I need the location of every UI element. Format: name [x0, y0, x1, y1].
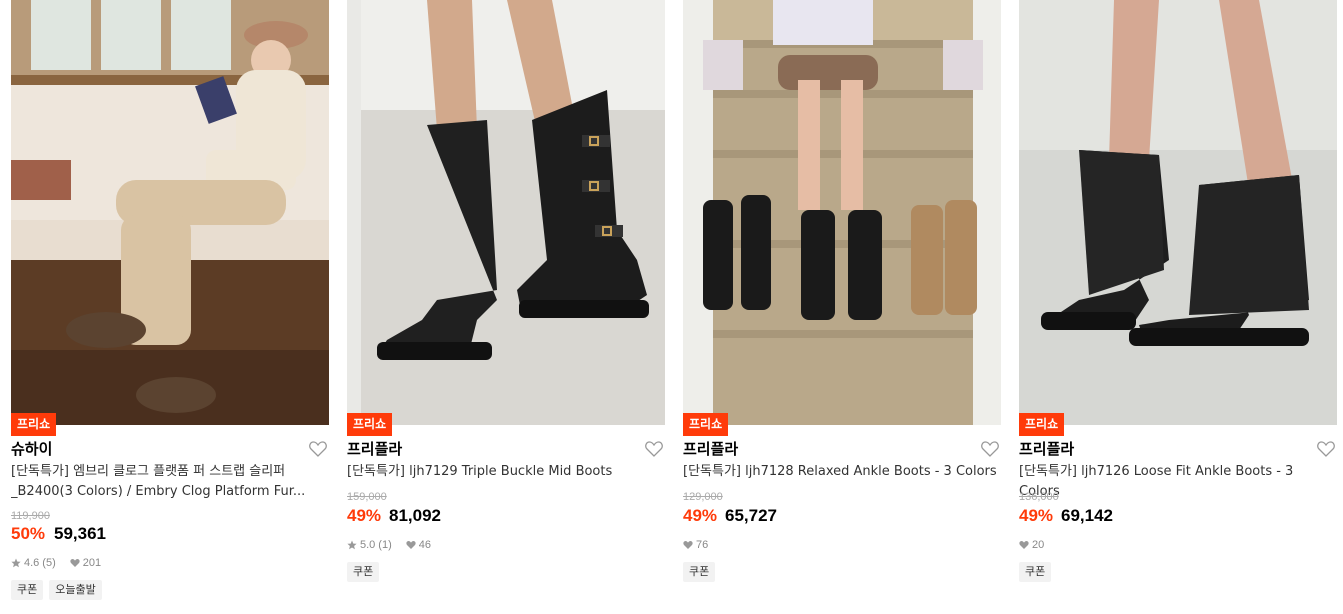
like-count: 46 — [418, 539, 431, 551]
product-name[interactable]: [단독특가] ljh7129 Triple Buckle Mid Boots — [347, 462, 665, 482]
same-day-shipping-tag: 오늘출발 — [49, 580, 102, 600]
product-image[interactable] — [11, 0, 329, 425]
product-card[interactable]: 프리쇼 슈하이 [단독특가] 엠브리 클로그 플랫폼 퍼 스트랩 슬리퍼_B24… — [11, 0, 329, 614]
sale-price: 69,142 — [1061, 506, 1113, 525]
sale-price: 59,361 — [54, 524, 106, 543]
rating-value: 5.0 — [360, 539, 376, 551]
product-grid: 프리쇼 슈하이 [단독특가] 엠브리 클로그 플랫폼 퍼 스트랩 슬리퍼_B24… — [11, 0, 1343, 614]
heart-icon[interactable] — [1317, 441, 1335, 457]
brand-name[interactable]: 슈하이 — [11, 439, 52, 459]
like-count: 201 — [82, 557, 102, 569]
coupon-tag: 쿠폰 — [347, 562, 380, 582]
promo-badge: 프리쇼 — [683, 413, 729, 436]
discount-rate: 49% — [683, 506, 718, 525]
heart-small-icon — [70, 558, 80, 568]
heart-small-icon — [683, 540, 693, 550]
tag-list: 쿠폰 — [1019, 562, 1052, 582]
original-price: 129,000 — [683, 491, 723, 503]
like-count: 76 — [696, 539, 709, 551]
discount-rate: 49% — [347, 506, 382, 525]
heart-icon[interactable] — [645, 441, 663, 457]
product-meta: 76 — [683, 538, 708, 552]
product-card[interactable]: 프리쇼 프리플라 [단독특가] ljh7126 Loose Fit Ankle … — [1019, 0, 1337, 614]
promo-badge: 프리쇼 — [1019, 413, 1065, 436]
sale-price: 65,727 — [725, 506, 777, 525]
coupon-tag: 쿠폰 — [11, 580, 44, 600]
coupon-tag: 쿠폰 — [1019, 562, 1052, 582]
product-meta: 5.0 (1) 46 — [347, 538, 431, 552]
rating-value: 4.6 — [24, 557, 40, 569]
promo-badge: 프리쇼 — [347, 413, 393, 436]
star-icon — [347, 540, 357, 550]
tag-list: 쿠폰 — [683, 562, 716, 582]
photo-woman-reading — [11, 0, 329, 425]
star-icon — [11, 558, 21, 568]
heart-small-icon — [1019, 540, 1029, 550]
tag-list: 쿠폰 오늘출발 — [11, 580, 102, 600]
product-name[interactable]: [단독특가] ljh7126 Loose Fit Ankle Boots - 3… — [1019, 462, 1337, 502]
original-price: 119,900 — [11, 510, 50, 522]
coupon-tag: 쿠폰 — [683, 562, 716, 582]
original-price: 159,000 — [347, 491, 387, 503]
brand-name[interactable]: 프리플라 — [347, 439, 402, 459]
like-count: 20 — [1032, 539, 1045, 551]
brand-name[interactable]: 프리플라 — [683, 439, 738, 459]
product-card[interactable]: 프리쇼 프리플라 [단독특가] ljh7129 Triple Buckle Mi… — [347, 0, 665, 614]
product-image[interactable] — [1019, 0, 1337, 425]
photo-buckle-boots — [347, 0, 665, 425]
promo-badge: 프리쇼 — [11, 413, 57, 436]
photo-boots-on-stairs — [683, 0, 1001, 425]
product-meta: 4.6 (5) 201 — [11, 556, 101, 570]
discount-rate: 49% — [1019, 506, 1054, 525]
sale-price: 81,092 — [389, 506, 441, 525]
product-image[interactable] — [683, 0, 1001, 425]
product-meta: 20 — [1019, 538, 1044, 552]
review-count: (1) — [378, 539, 392, 551]
heart-small-icon — [406, 540, 416, 550]
product-name[interactable]: [단독특가] ljh7128 Relaxed Ankle Boots - 3 C… — [683, 462, 1001, 482]
photo-loose-boots — [1019, 0, 1337, 425]
product-card[interactable]: 프리쇼 프리플라 [단독특가] ljh7128 Relaxed Ankle Bo… — [683, 0, 1001, 614]
tag-list: 쿠폰 — [347, 562, 380, 582]
discount-rate: 50% — [11, 524, 46, 543]
product-name[interactable]: [단독특가] 엠브리 클로그 플랫폼 퍼 스트랩 슬리퍼_B2400(3 Col… — [11, 462, 329, 502]
product-image[interactable] — [347, 0, 665, 425]
original-price: 136,000 — [1019, 491, 1059, 503]
brand-name[interactable]: 프리플라 — [1019, 439, 1074, 459]
heart-icon[interactable] — [981, 441, 999, 457]
heart-icon[interactable] — [309, 441, 327, 457]
review-count: (5) — [42, 557, 56, 569]
